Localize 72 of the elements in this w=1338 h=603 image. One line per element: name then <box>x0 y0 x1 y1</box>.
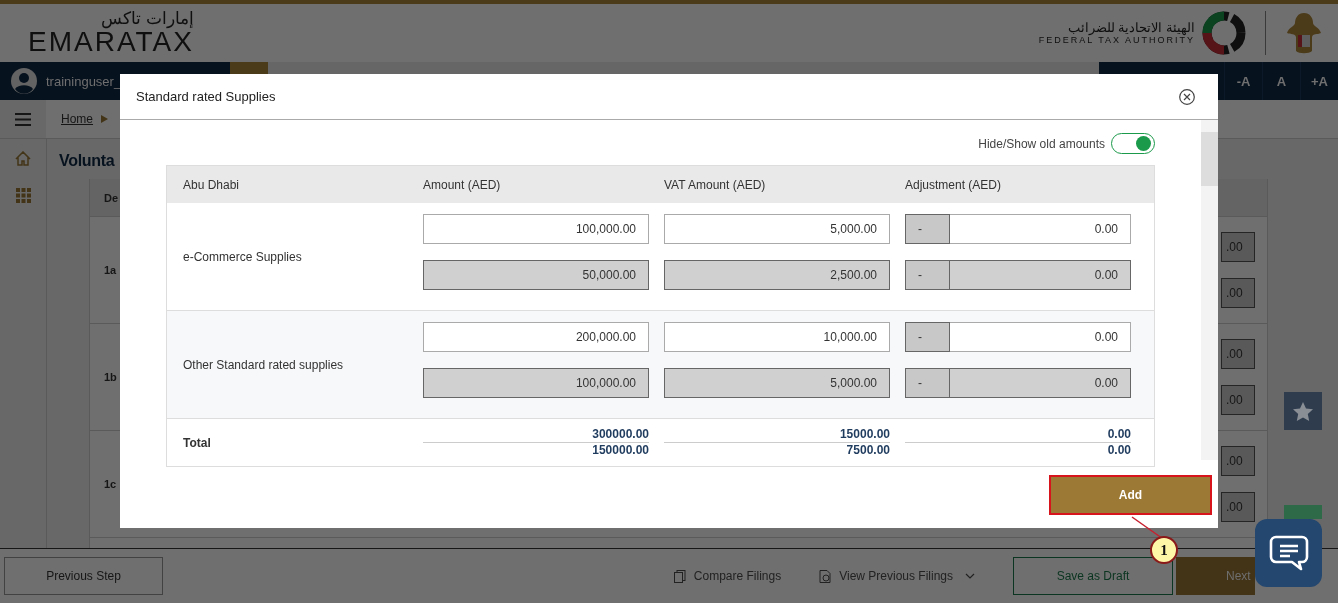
old-vat-field: 2,500.00 <box>664 260 890 290</box>
amount-field[interactable]: .00 <box>1221 278 1255 308</box>
sign-selector[interactable]: - <box>905 260 950 290</box>
total-value: 0.00 <box>1106 443 1131 458</box>
username[interactable]: traininguser_ <box>46 73 122 89</box>
menu-icon <box>15 112 31 126</box>
menu-button[interactable] <box>0 100 46 138</box>
sign-selector[interactable]: - <box>905 322 950 352</box>
compare-filings-link[interactable]: Compare Filings <box>669 569 782 583</box>
row-label: 1b <box>104 371 117 383</box>
old-adjustment-field: 0.00 <box>950 260 1131 290</box>
breadcrumb-arrow-icon <box>101 115 108 123</box>
total-value: 150000.00 <box>591 443 649 458</box>
scrollbar-thumb[interactable] <box>1201 132 1218 186</box>
logo-arabic-text: إمارات تاكس <box>101 10 194 28</box>
total-value: 0.00 <box>905 427 1131 443</box>
authority-name: FEDERAL TAX AUTHORITY <box>1038 35 1195 45</box>
row-label: 1c <box>104 478 117 490</box>
toggle-label: Hide/Show old amounts <box>978 136 1105 151</box>
row-label: Other Standard rated supplies <box>182 356 345 374</box>
star-icon <box>1293 401 1313 421</box>
logo-text: EMARATAX <box>28 28 194 56</box>
column-header: Adjustment (AED) <box>905 177 1003 192</box>
chat-button[interactable] <box>1255 519 1322 587</box>
close-icon <box>1179 88 1195 105</box>
add-button[interactable]: Add <box>1049 475 1212 515</box>
next-button[interactable]: Next <box>1176 557 1255 595</box>
old-amount-field: 100,000.00 <box>423 368 649 398</box>
page-title: Volunta <box>59 151 115 171</box>
user-avatar-icon <box>11 68 37 94</box>
sign-selector[interactable]: - <box>905 214 950 244</box>
authority-arabic-text: الهيئة الاتحادية للضرائب <box>1067 21 1195 35</box>
amount-field[interactable]: 200,000.00 <box>423 322 649 352</box>
row-label: 1a <box>104 264 117 276</box>
save-as-draft-button[interactable]: Save as Draft <box>1013 557 1173 595</box>
home-icon <box>15 151 31 166</box>
close-button[interactable] <box>1179 88 1195 105</box>
view-previous-filings-dropdown[interactable]: View Previous Filings <box>819 569 975 583</box>
old-amount-field: 50,000.00 <box>423 260 649 290</box>
toggle-switch[interactable] <box>1111 133 1155 154</box>
documents-icon <box>673 569 686 583</box>
column-header: De <box>104 191 119 204</box>
total-label: Total <box>182 435 212 450</box>
amount-field[interactable]: .00 <box>1221 232 1255 262</box>
column-header: Abu Dhabi <box>182 177 241 192</box>
row-label: e-Commerce Supplies <box>182 248 303 266</box>
vat-amount-field[interactable]: 10,000.00 <box>664 322 890 352</box>
old-vat-field: 5,000.00 <box>664 368 890 398</box>
vat-amount-field[interactable]: 5,000.00 <box>664 214 890 244</box>
favorite-button[interactable] <box>1284 392 1322 430</box>
grid-icon <box>15 188 31 203</box>
previous-step-button[interactable]: Previous Step <box>4 557 163 595</box>
breadcrumb-link[interactable]: Home <box>61 112 93 126</box>
total-value: 7500.00 <box>845 443 890 458</box>
amount-field[interactable]: .00 <box>1221 339 1255 369</box>
total-value: 300000.00 <box>423 427 649 443</box>
document-clock-icon <box>819 569 832 583</box>
total-value: 15000.00 <box>664 427 890 443</box>
chat-bubble-icon <box>1268 534 1309 572</box>
column-header: Amount (AED) <box>423 177 502 192</box>
sign-selector[interactable]: - <box>905 368 950 398</box>
amount-field[interactable]: .00 <box>1221 385 1255 415</box>
column-header: VAT Amount (AED) <box>664 177 767 192</box>
adjustment-field[interactable]: 0.00 <box>950 214 1131 244</box>
amount-field[interactable]: .00 <box>1221 446 1255 476</box>
amount-field[interactable]: .00 <box>1221 492 1255 522</box>
chevron-down-icon <box>965 573 975 579</box>
adjustment-field[interactable]: 0.00 <box>950 322 1131 352</box>
modal-title: Standard rated Supplies <box>136 89 276 104</box>
old-adjustment-field: 0.00 <box>950 368 1131 398</box>
amount-field[interactable]: 100,000.00 <box>423 214 649 244</box>
ring-logo-icon <box>1201 10 1247 56</box>
